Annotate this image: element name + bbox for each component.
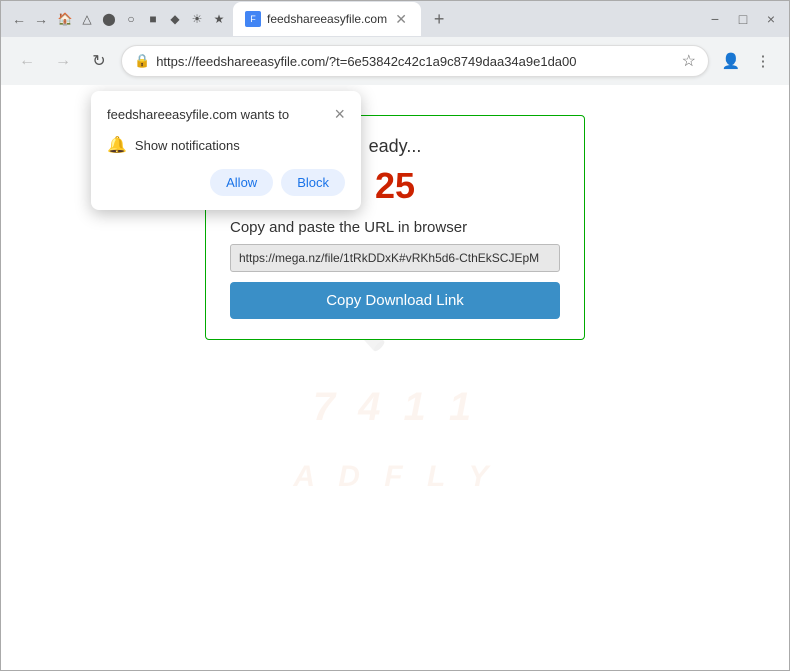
back-button[interactable]: ←	[13, 47, 41, 75]
popup-header: feedshareeasyfile.com wants to ×	[107, 105, 345, 123]
minimize-button[interactable]: −	[705, 9, 725, 29]
popup-notification-row: 🔔 Show notifications	[107, 135, 345, 155]
popup-close-button[interactable]: ×	[334, 105, 345, 123]
url-input[interactable]	[230, 244, 560, 272]
allow-button[interactable]: Allow	[210, 169, 273, 196]
new-tab-button[interactable]: +	[425, 5, 453, 33]
tab-active[interactable]: F feedshareeasyfile.com ✕	[233, 2, 421, 36]
reload-button[interactable]: ↻	[85, 47, 113, 75]
ext-icon-8[interactable]: ★	[209, 9, 229, 29]
page-content: 🔍 9/77 7 4 1 1 A D F L Y eady... 25 Copy…	[1, 85, 789, 670]
address-bar: ← → ↻ 🔒 https://feedshareeasyfile.com/?t…	[1, 37, 789, 85]
tab-bar: ← → 🏠 △ ⬤ ○ ■ ◆ ☀ ★ F feedshareeasyfile.…	[1, 1, 789, 37]
tab-favicon: F	[245, 11, 261, 27]
address-text: https://feedshareeasyfile.com/?t=6e53842…	[156, 54, 675, 69]
ext-icon-7[interactable]: ☀	[187, 9, 207, 29]
popup-buttons: Allow Block	[107, 169, 345, 196]
ext-icon-6[interactable]: ◆	[165, 9, 185, 29]
back-icon[interactable]: ←	[9, 9, 29, 29]
lock-icon: 🔒	[134, 53, 150, 69]
ext-icon-4[interactable]: ○	[121, 9, 141, 29]
tab-controls-left: ← →	[9, 9, 51, 29]
forward-icon[interactable]: →	[31, 9, 51, 29]
copy-download-link-button[interactable]: Copy Download Link	[230, 282, 560, 319]
ext-icon-3[interactable]: ⬤	[99, 9, 119, 29]
popup-title: feedshareeasyfile.com wants to	[107, 107, 289, 122]
maximize-button[interactable]: □	[733, 9, 753, 29]
bell-icon: 🔔	[107, 135, 127, 155]
ext-icon-1[interactable]: 🏠	[55, 9, 75, 29]
browser-window: ← → 🏠 △ ⬤ ○ ■ ◆ ☀ ★ F feedshareeasyfile.…	[0, 0, 790, 671]
menu-icon[interactable]: ⋮	[749, 47, 777, 75]
forward-button[interactable]: →	[49, 47, 77, 75]
close-button[interactable]: ×	[761, 9, 781, 29]
notification-popup: feedshareeasyfile.com wants to × 🔔 Show …	[91, 91, 361, 210]
tab-title: feedshareeasyfile.com	[267, 12, 387, 26]
toolbar-icon-row: 🏠 △ ⬤ ○ ■ ◆ ☀ ★	[55, 9, 229, 29]
url-label: Copy and paste the URL in browser	[230, 219, 560, 236]
ext-icon-2[interactable]: △	[77, 9, 97, 29]
toolbar-icons: 👤 ⋮	[717, 47, 777, 75]
ext-icon-5[interactable]: ■	[143, 9, 163, 29]
tab-close-button[interactable]: ✕	[393, 11, 409, 27]
notif-label: Show notifications	[135, 138, 240, 153]
profile-icon[interactable]: 👤	[717, 47, 745, 75]
block-button[interactable]: Block	[281, 169, 345, 196]
address-input-wrap[interactable]: 🔒 https://feedshareeasyfile.com/?t=6e538…	[121, 45, 709, 77]
window-controls: − □ ×	[705, 9, 781, 29]
bookmark-icon[interactable]: ☆	[682, 51, 696, 71]
